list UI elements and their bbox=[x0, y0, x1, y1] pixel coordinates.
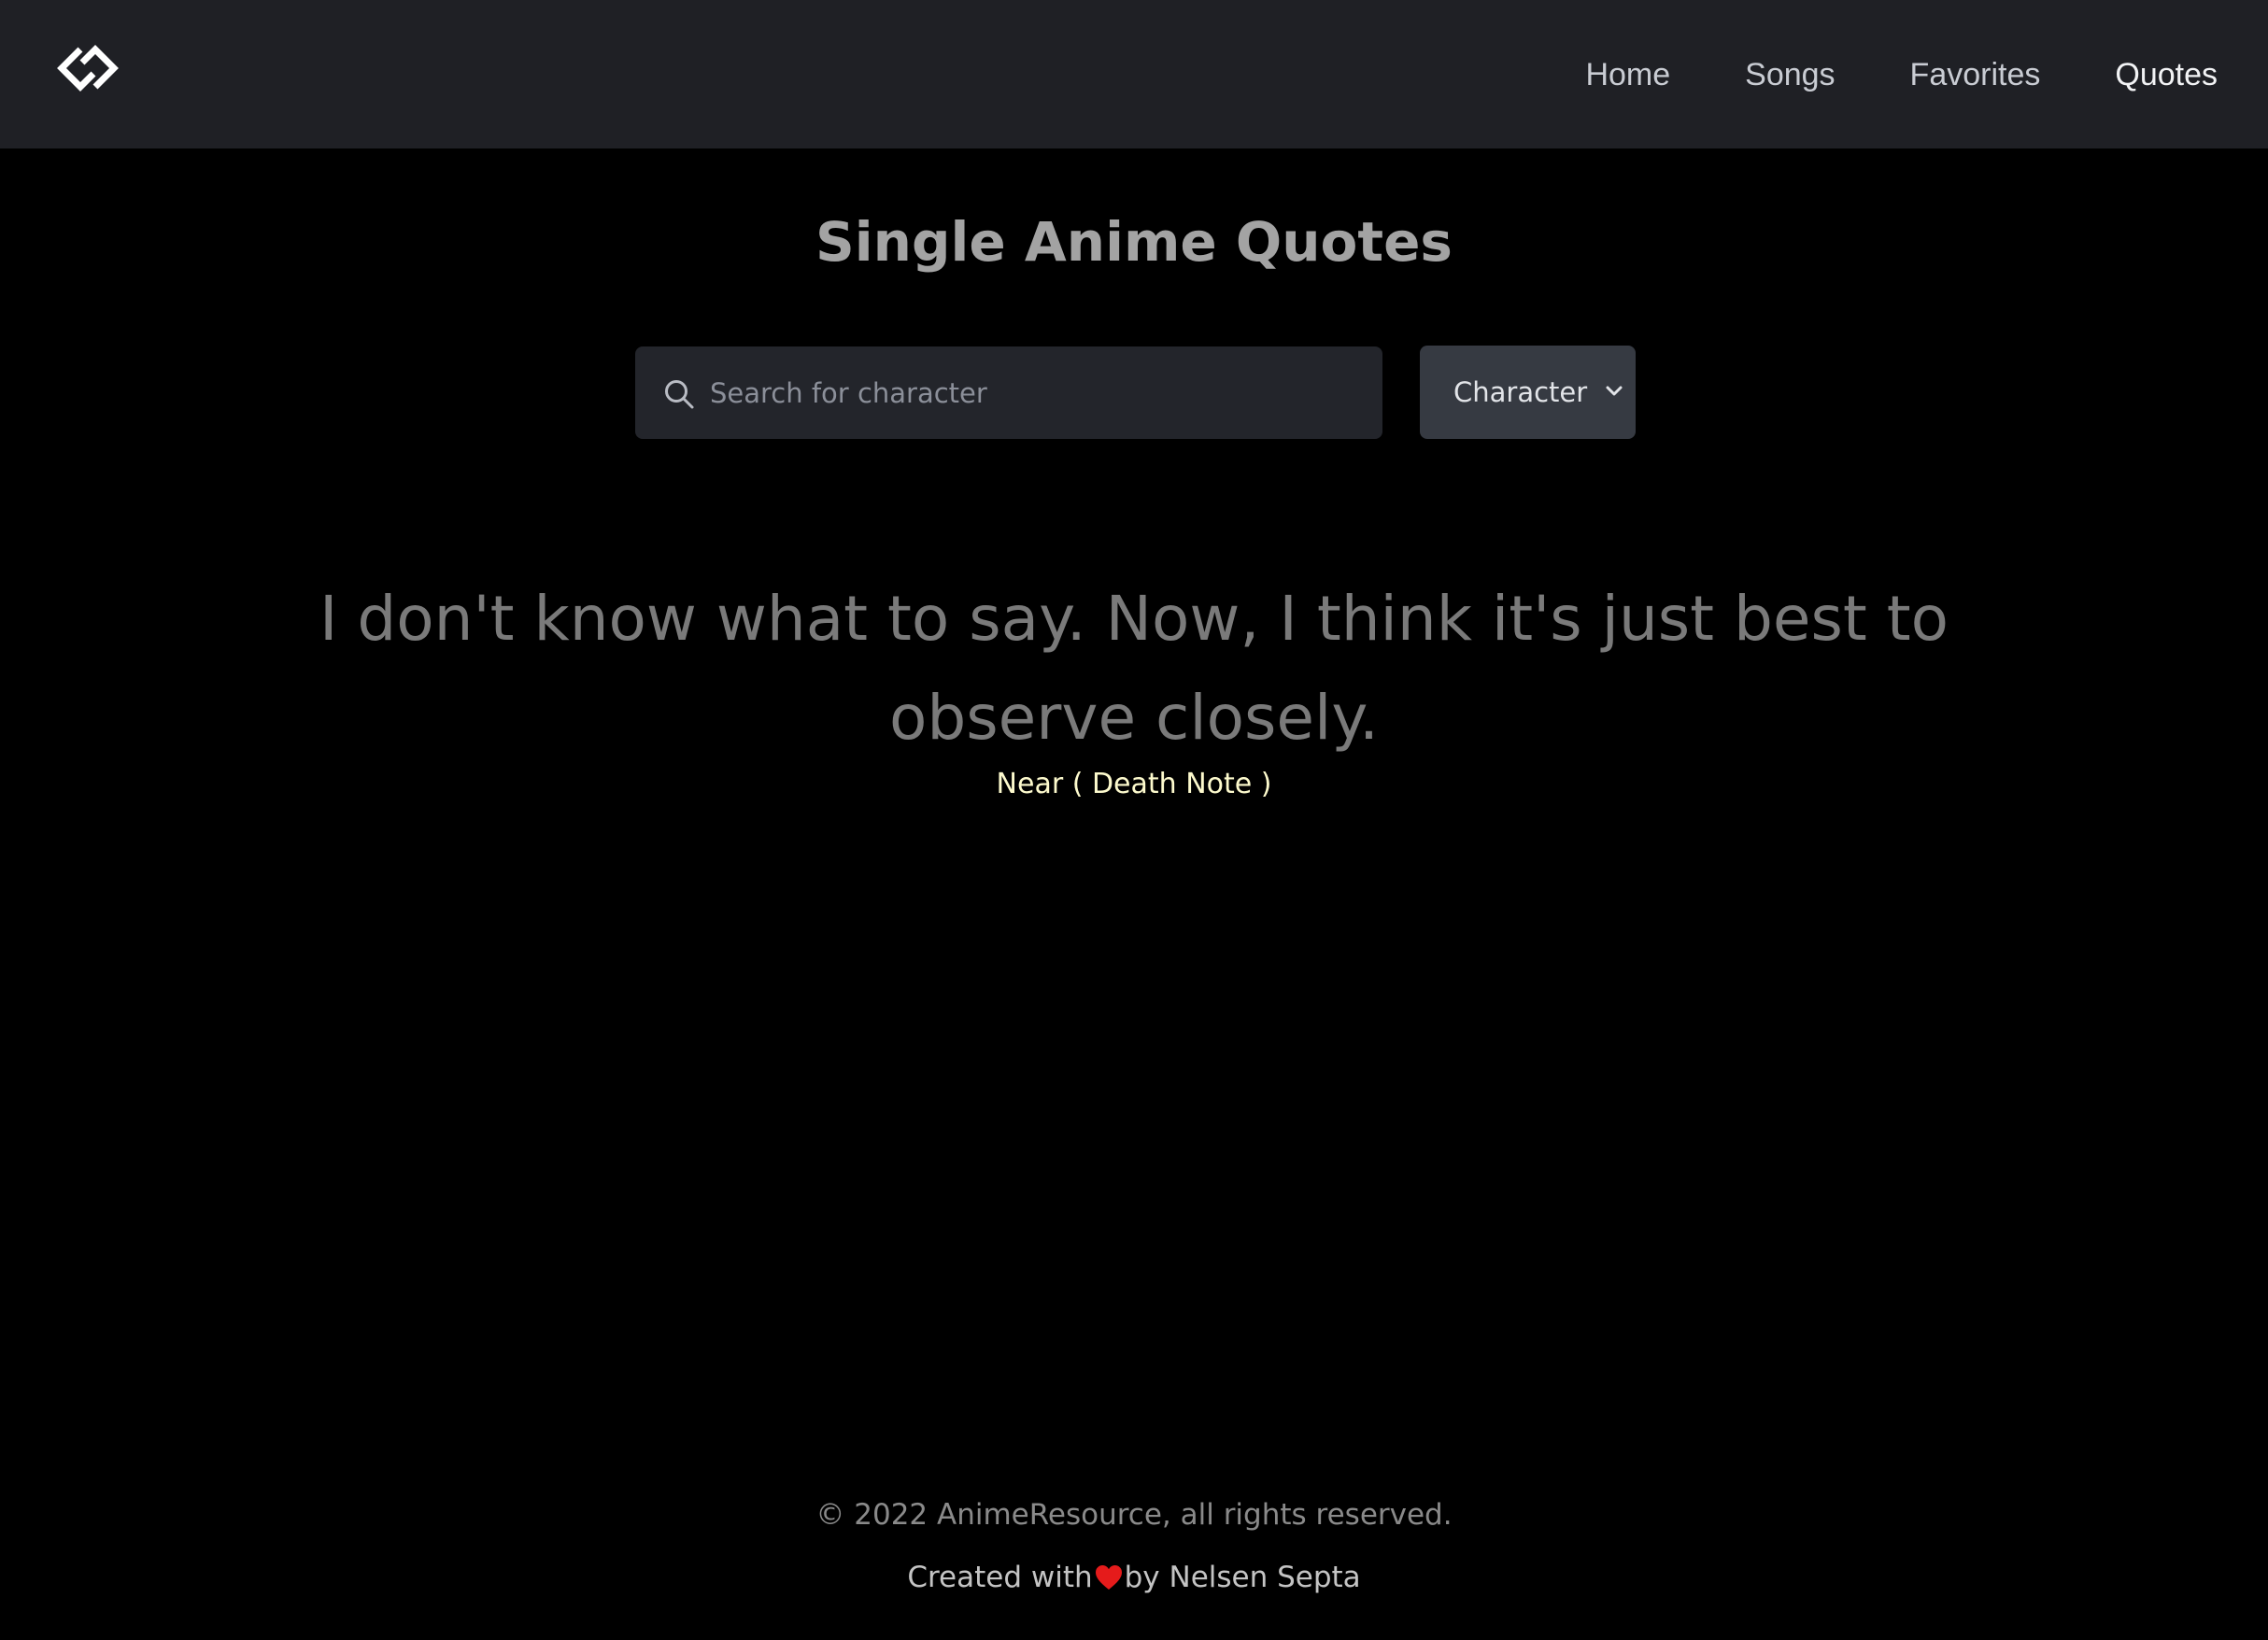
nav-link-favorites[interactable]: Favorites bbox=[1910, 59, 2041, 91]
character-filter-select[interactable]: Character bbox=[1420, 346, 1636, 439]
heart-icon bbox=[1095, 1565, 1122, 1590]
nav-link-quotes[interactable]: Quotes bbox=[2115, 59, 2218, 91]
credit-suffix: by Nelsen Septa bbox=[1124, 1561, 1361, 1594]
navbar: Home Songs Favorites Quotes bbox=[0, 0, 2268, 148]
search-input[interactable] bbox=[710, 346, 1364, 439]
credit-prefix: Created with bbox=[907, 1561, 1093, 1594]
footer-copyright: © 2022 AnimeResource, all rights reserve… bbox=[815, 1498, 1453, 1532]
nav-link-songs[interactable]: Songs bbox=[1745, 59, 1835, 91]
chevron-down-icon bbox=[1606, 386, 1623, 396]
quote-attribution: Near ( Death Note ) bbox=[996, 768, 1272, 800]
quote-text: I don't know what to say. Now, I think i… bbox=[319, 583, 1949, 754]
footer-credit: Created with by Nelsen Septa bbox=[0, 1561, 2268, 1595]
nav-link-home[interactable]: Home bbox=[1585, 59, 1670, 91]
nav-links: Home Songs Favorites Quotes bbox=[1585, 0, 2218, 148]
search-box[interactable] bbox=[635, 346, 1382, 439]
search-icon bbox=[665, 380, 694, 409]
select-selected-value: Character bbox=[1453, 376, 1588, 408]
page: Home Songs Favorites Quotes Single Anime… bbox=[0, 0, 2268, 1640]
page-title: Single Anime Quotes bbox=[815, 210, 1453, 274]
logo-icon[interactable] bbox=[47, 37, 129, 99]
